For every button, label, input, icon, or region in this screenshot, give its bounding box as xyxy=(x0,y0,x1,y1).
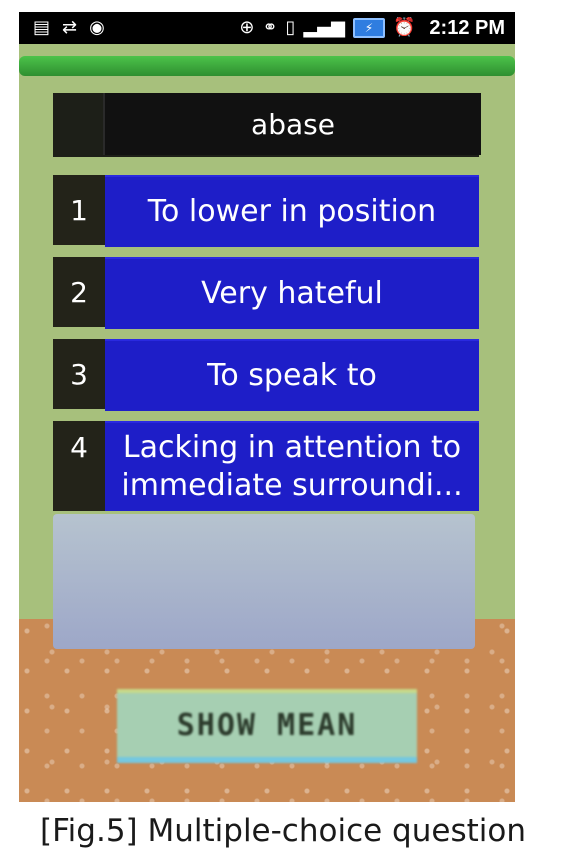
option-label[interactable]: To lower in position xyxy=(105,175,479,247)
gps-icon: ⊕ xyxy=(239,17,255,38)
vibrate-icon: ▯ xyxy=(285,17,296,38)
option-1[interactable]: 1 To lower in position xyxy=(53,175,479,247)
android-debug-icon: ◉ xyxy=(89,17,105,38)
status-time: 2:12 PM xyxy=(429,16,505,39)
status-bar: ▤ ⇄ ◉ ⊕ ⚭ ▯ ▂▄▆ ⚡ ⏰ 2:12 PM xyxy=(19,12,515,44)
alarm-icon: ⏰ xyxy=(392,17,416,38)
option-label[interactable]: Very hateful xyxy=(105,257,479,329)
option-number: 1 xyxy=(70,193,88,227)
usb-icon: ⇄ xyxy=(62,17,78,38)
option-number: 4 xyxy=(70,431,88,464)
show-mean-button[interactable]: SHOW MEAN xyxy=(117,689,417,763)
battery-charging-icon: ⚡ xyxy=(352,18,385,38)
option-4[interactable]: 4 Lacking in attention to immediate surr… xyxy=(53,421,479,511)
progress-bar xyxy=(19,56,515,76)
option-label[interactable]: Lacking in attention to immediate surrou… xyxy=(105,421,479,511)
option-label[interactable]: To speak to xyxy=(105,339,479,411)
figure-caption: [Fig.5] Multiple-choice question xyxy=(40,813,526,849)
phone-screen: ▤ ⇄ ◉ ⊕ ⚭ ▯ ▂▄▆ ⚡ ⏰ 2:12 PM SHOW MEAN ab… xyxy=(19,12,515,802)
signal-icon: ▂▄▆ xyxy=(303,17,345,38)
option-3[interactable]: 3 To speak to xyxy=(53,339,479,411)
option-number: 3 xyxy=(70,357,88,391)
option-2[interactable]: 2 Very hateful xyxy=(53,257,479,329)
wifi-icon: ⚭ xyxy=(262,17,278,38)
bag-icon: ▤ xyxy=(33,17,51,38)
quiz-word: abase xyxy=(103,93,481,155)
answer-panel xyxy=(53,514,475,649)
option-number: 2 xyxy=(70,275,88,309)
